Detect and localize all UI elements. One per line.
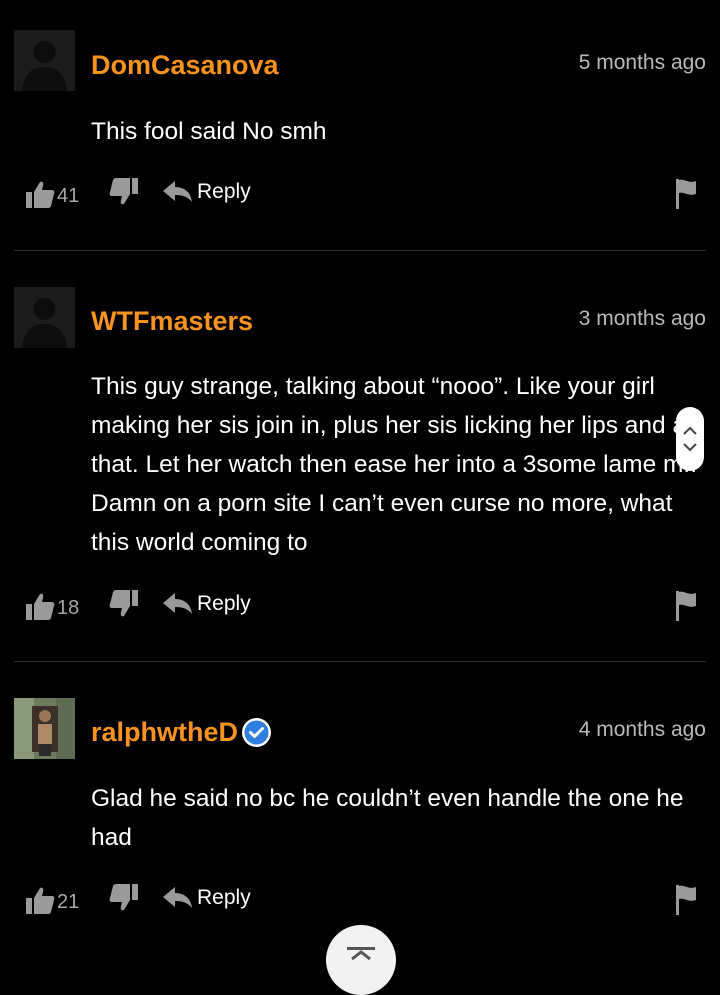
- thumbs-down-icon[interactable]: [108, 882, 140, 919]
- reply-button[interactable]: Reply: [163, 180, 251, 204]
- comment-actions: 41 Reply: [0, 176, 720, 216]
- reply-label: Reply: [197, 180, 251, 203]
- comment-text: Glad he said no bc he couldn’t even hand…: [91, 785, 684, 851]
- comment-actions: 21 Reply: [0, 882, 720, 922]
- flag-icon[interactable]: [674, 884, 698, 921]
- like-count: 21: [57, 891, 80, 913]
- thumbs-up-icon[interactable]: [24, 884, 56, 921]
- timestamp: 4 months ago: [578, 718, 706, 741]
- timestamp: 3 months ago: [578, 307, 706, 330]
- reply-label: Reply: [197, 592, 251, 615]
- thumbs-down-icon[interactable]: [108, 176, 140, 213]
- like-count: 18: [57, 597, 80, 619]
- reply-arrow-icon: [163, 181, 192, 202]
- divider: [14, 250, 706, 251]
- like-count: 41: [57, 185, 80, 207]
- username[interactable]: ralphwtheD: [91, 716, 238, 748]
- scroll-handle[interactable]: [676, 407, 704, 471]
- divider: [14, 661, 706, 662]
- thumbs-up-icon[interactable]: [24, 590, 56, 627]
- thumbs-down-icon[interactable]: [108, 588, 140, 625]
- default-avatar-icon[interactable]: [14, 30, 75, 91]
- chevron-down-icon: [683, 443, 697, 452]
- reply-arrow-icon: [163, 887, 192, 908]
- flag-icon[interactable]: [674, 590, 698, 627]
- arrow-up-icon: [347, 947, 375, 960]
- comment-text: This fool said No smh: [91, 118, 327, 145]
- reply-label: Reply: [197, 886, 251, 909]
- username[interactable]: DomCasanova: [91, 49, 279, 81]
- default-avatar-icon[interactable]: [14, 287, 75, 348]
- comment-actions: 18 Reply: [0, 588, 720, 628]
- reply-button[interactable]: Reply: [163, 886, 251, 910]
- reply-button[interactable]: Reply: [163, 592, 251, 616]
- timestamp: 5 months ago: [578, 51, 706, 74]
- reply-arrow-icon: [163, 593, 192, 614]
- comment-text: This guy strange, talking about “nooo”. …: [91, 373, 698, 556]
- photo-avatar[interactable]: [14, 698, 75, 759]
- chevron-up-icon: [683, 426, 697, 435]
- username[interactable]: WTFmasters: [91, 305, 253, 337]
- scroll-to-top-button[interactable]: [326, 925, 396, 995]
- flag-icon[interactable]: [674, 178, 698, 215]
- thumbs-up-icon[interactable]: [24, 178, 56, 215]
- verified-badge-icon: [241, 717, 272, 753]
